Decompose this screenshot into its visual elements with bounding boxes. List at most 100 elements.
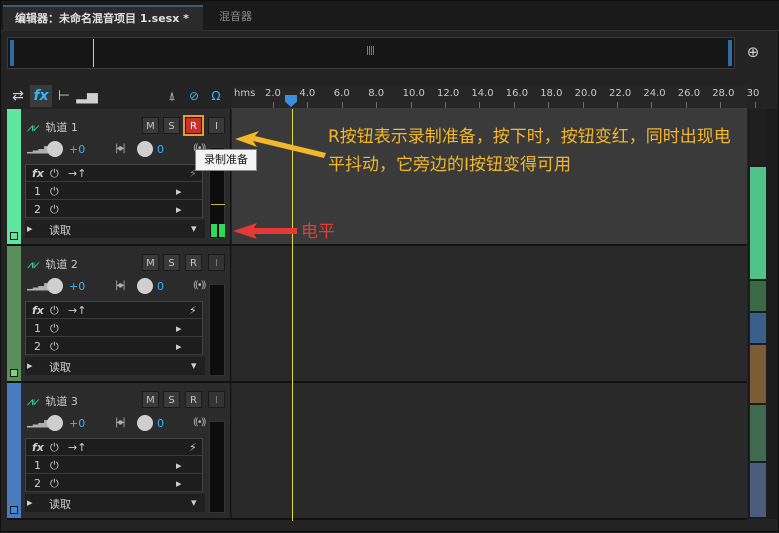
pan-knob[interactable] (137, 278, 153, 294)
zoom-icon[interactable]: ⊕ (743, 43, 763, 63)
overview-left-handle[interactable] (10, 40, 14, 66)
track-2-select-box[interactable] (10, 369, 18, 377)
stereo-icon[interactable]: ((•)) (193, 417, 206, 428)
power-icon[interactable]: ⏻ (50, 322, 59, 336)
scroller-segment-track-1[interactable] (750, 167, 766, 279)
input-monitor-button[interactable]: I (208, 254, 225, 271)
pan-knob[interactable] (137, 141, 153, 157)
volume-value[interactable]: +0 (69, 280, 85, 293)
input-monitor-button[interactable]: I (208, 117, 225, 134)
session-overview[interactable]: |||| (7, 37, 735, 69)
fx-slot[interactable]: 2 ⏻ ▸ (26, 338, 202, 355)
metronome-icon[interactable]: ⍋ (161, 85, 183, 107)
swap-icon[interactable]: ⇄ (7, 85, 29, 107)
pan-value[interactable]: 0 (157, 143, 164, 156)
fx-icon[interactable]: fx (32, 304, 44, 317)
pan-value[interactable]: 0 (157, 417, 164, 430)
track-1-select-box[interactable] (10, 232, 18, 240)
time-ruler[interactable]: hms 2.0 4.0 6.0 8.0 10.0 12.0 14.0 16.0 18.0 20.0… (231, 85, 759, 109)
routing-icon[interactable]: →↑ (68, 167, 86, 180)
fx-slot[interactable]: 1 ⏻ ▸ (26, 457, 202, 474)
power-icon[interactable]: ⏻ (50, 203, 59, 217)
track-3-name[interactable]: 轨道 3 (45, 395, 78, 408)
power-icon[interactable]: ⏻ (50, 459, 59, 473)
volume-knob[interactable] (47, 415, 63, 431)
power-icon[interactable]: ⏻ (50, 304, 59, 318)
chevron-right-icon[interactable]: ▸ (176, 203, 182, 216)
chevron-right-icon[interactable]: ▸ (176, 477, 182, 490)
fx-icon[interactable]: fx (30, 85, 52, 107)
track-2-color-bar[interactable] (7, 246, 21, 381)
scroller-segment[interactable] (750, 109, 766, 165)
power-icon[interactable]: ⏻ (50, 185, 59, 199)
mute-button[interactable]: M (142, 254, 159, 271)
automation-mode[interactable]: ▸ 读取 ▾ (25, 494, 205, 512)
power-icon[interactable]: ⏻ (50, 477, 59, 491)
fx-icon[interactable]: fx (32, 167, 44, 180)
bolt-icon[interactable]: ⚡ (189, 441, 197, 454)
track-1-color-bar[interactable] (7, 109, 21, 244)
vertical-track-scroller[interactable] (748, 109, 778, 519)
automation-mode[interactable]: ▸ 读取 ▾ (25, 220, 205, 238)
sends-icon[interactable]: ⊢ (53, 85, 75, 107)
overview-grip-icon[interactable]: |||| (366, 46, 375, 56)
automation-icon[interactable]: ⊘ (183, 85, 205, 107)
scroller-segment[interactable] (750, 281, 766, 311)
chevron-right-icon[interactable]: ▸ (176, 322, 182, 335)
fx-slot[interactable]: 1 ⏻ ▸ (26, 320, 202, 337)
scroller-segment[interactable] (750, 313, 766, 343)
pan-knob[interactable] (137, 415, 153, 431)
tab-mixer[interactable]: 混音器 (207, 5, 264, 31)
track-3-select-box[interactable] (10, 506, 18, 514)
input-monitor-button[interactable]: I (208, 391, 225, 408)
chevron-right-icon[interactable]: ▸ (176, 459, 182, 472)
scroller-segment[interactable] (750, 463, 766, 517)
track-1-name[interactable]: 轨道 1 (45, 121, 78, 134)
volume-knob[interactable] (47, 278, 63, 294)
volume-value[interactable]: +0 (69, 417, 85, 430)
track-1-title[interactable]: ⩘⩗ 轨道 1 (27, 119, 78, 135)
pan-value[interactable]: 0 (157, 280, 164, 293)
track-3-lane[interactable] (232, 383, 747, 518)
scroller-segment[interactable] (750, 405, 766, 461)
chevron-right-icon[interactable]: ▸ (27, 222, 33, 235)
overview-right-handle[interactable] (728, 40, 732, 66)
routing-icon[interactable]: →↑ (68, 304, 86, 317)
fx-slot[interactable]: 2 ⏻ ▸ (26, 201, 202, 218)
power-icon[interactable]: ⏻ (50, 167, 59, 181)
track-2-title[interactable]: ⩘⩗ 轨道 2 (27, 256, 78, 272)
chevron-right-icon[interactable]: ▸ (27, 496, 33, 509)
tab-editor[interactable]: 编辑器：未命名混音项目 1.sesx * (3, 5, 203, 31)
power-icon[interactable]: ⏻ (50, 340, 59, 354)
track-3-title[interactable]: ⩘⩗ 轨道 3 (27, 393, 78, 409)
chevron-down-icon[interactable]: ▾ (191, 496, 197, 509)
bolt-icon[interactable]: ⚡ (189, 304, 197, 317)
record-arm-button[interactable]: R (185, 254, 202, 271)
volume-value[interactable]: +0 (69, 143, 85, 156)
chevron-down-icon[interactable]: ▾ (191, 359, 197, 372)
stereo-icon[interactable]: ((•)) (193, 280, 206, 291)
mute-button[interactable]: M (142, 117, 159, 134)
track-2-name[interactable]: 轨道 2 (45, 258, 78, 271)
solo-button[interactable]: S (163, 117, 180, 134)
automation-mode[interactable]: ▸ 读取 ▾ (25, 357, 205, 375)
mute-button[interactable]: M (142, 391, 159, 408)
chevron-right-icon[interactable]: ▸ (27, 359, 33, 372)
record-arm-button[interactable]: R (183, 115, 204, 136)
fx-slot[interactable]: 2 ⏻ ▸ (26, 475, 202, 492)
eq-icon[interactable]: ▂▅ (76, 85, 98, 107)
record-arm-button[interactable]: R (185, 391, 202, 408)
solo-button[interactable]: S (163, 391, 180, 408)
track-2-lane[interactable] (232, 246, 747, 381)
routing-icon[interactable]: →↑ (68, 441, 86, 454)
chevron-right-icon[interactable]: ▸ (176, 185, 182, 198)
fx-slot[interactable]: 1 ⏻ ▸ (26, 183, 202, 200)
solo-button[interactable]: S (163, 254, 180, 271)
track-3-color-bar[interactable] (7, 383, 21, 518)
scroller-segment[interactable] (750, 345, 766, 403)
playhead-handle[interactable] (285, 95, 297, 107)
monitor-icon[interactable]: Ω (205, 85, 227, 107)
chevron-down-icon[interactable]: ▾ (191, 222, 197, 235)
fx-icon[interactable]: fx (32, 441, 44, 454)
volume-knob[interactable] (47, 141, 63, 157)
